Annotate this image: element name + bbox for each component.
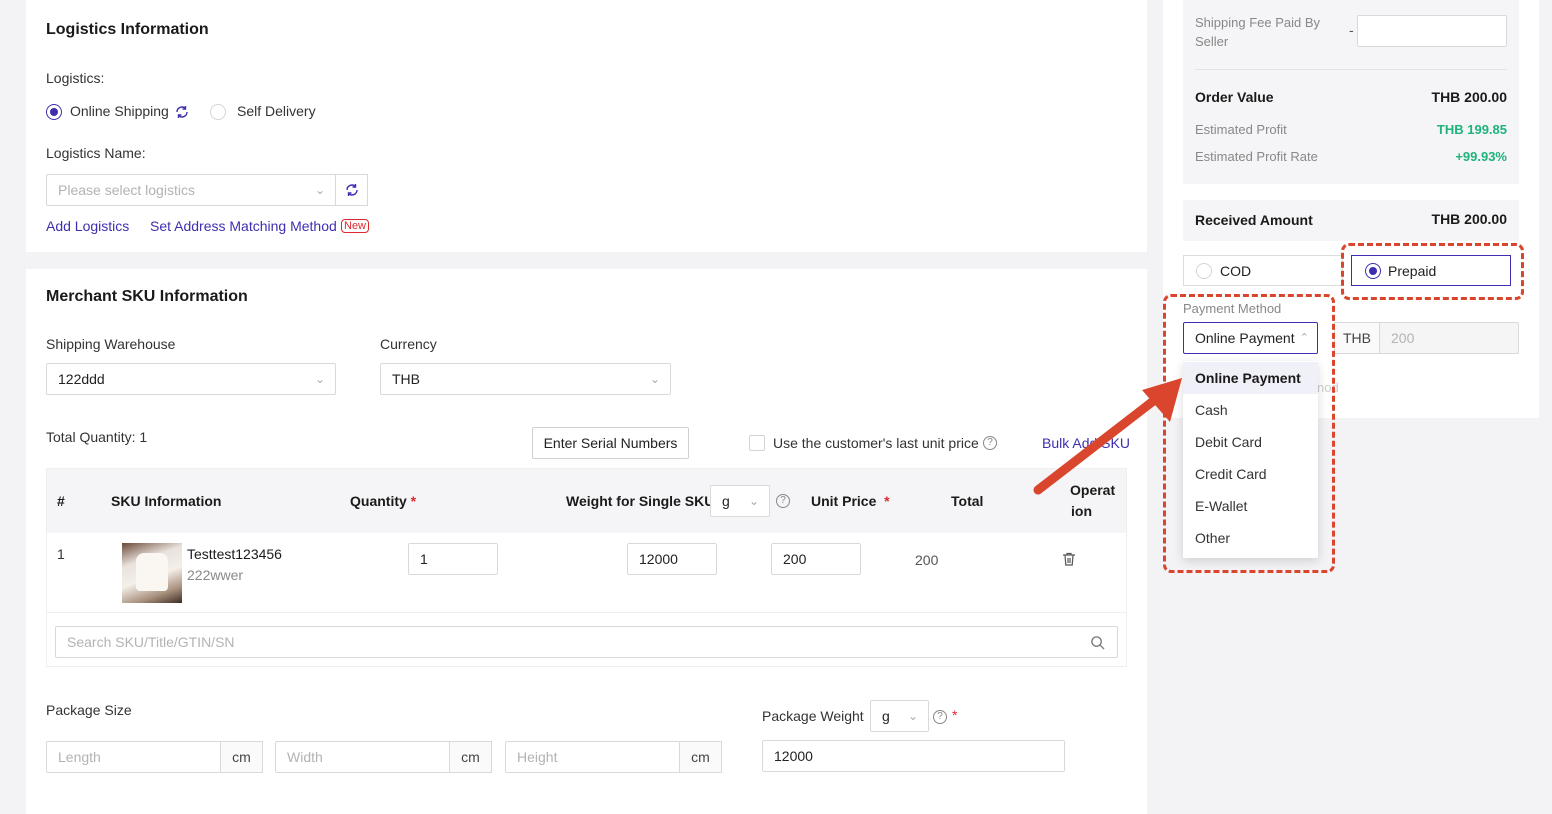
package-weight-input[interactable]: 12000 xyxy=(762,740,1065,772)
est-profit-rate-label: Estimated Profit Rate xyxy=(1195,149,1318,164)
weight-input[interactable]: 12000 xyxy=(627,543,717,575)
chevron-down-icon: ⌄ xyxy=(649,372,660,386)
quantity-input[interactable]: 1 xyxy=(408,543,498,575)
set-address-matching-link[interactable]: Set Address Matching Method xyxy=(150,218,337,234)
weight-unit-select[interactable]: g ⌄ xyxy=(710,485,770,517)
summary-box: Shipping Fee Paid By Seller - Order Valu… xyxy=(1183,0,1519,184)
self-delivery-label[interactable]: Self Delivery xyxy=(237,103,316,119)
prepaid-highlight-box xyxy=(1341,243,1524,300)
currency-label: Currency xyxy=(380,336,437,352)
row-total: 200 xyxy=(915,552,939,568)
last-price-checkbox[interactable] xyxy=(749,435,765,451)
col-unit-price: Unit Price * xyxy=(811,493,890,509)
weight-unit-value: g xyxy=(722,493,730,509)
sku-section-title: Merchant SKU Information xyxy=(46,288,248,305)
received-label: Received Amount xyxy=(1195,212,1313,228)
package-weight-unit-select[interactable]: g ⌄ xyxy=(870,700,929,732)
sku-search-placeholder: Search SKU/Title/GTIN/SN xyxy=(67,634,235,650)
length-input[interactable]: Length xyxy=(46,741,222,773)
chevron-down-icon: ⌄ xyxy=(314,183,325,197)
amount-input[interactable]: 200 xyxy=(1379,322,1519,354)
currency-value: THB xyxy=(392,371,420,387)
sku-table: # SKU Information Quantity * Weight for … xyxy=(46,468,1127,667)
shipping-fee-input[interactable] xyxy=(1357,15,1507,47)
logistics-refresh-button[interactable] xyxy=(335,174,368,206)
chevron-down-icon: ⌄ xyxy=(314,372,325,386)
currency-select[interactable]: THB ⌄ xyxy=(380,363,671,395)
product-thumbnail xyxy=(122,543,182,603)
order-value-label: Order Value xyxy=(1195,89,1274,105)
width-unit: cm xyxy=(449,741,492,773)
new-badge: New xyxy=(341,219,370,233)
chevron-down-icon: ⌄ xyxy=(907,709,918,723)
col-sku-information: SKU Information xyxy=(111,493,222,509)
cod-option[interactable]: COD xyxy=(1183,255,1343,286)
product-shirt-shape xyxy=(136,553,168,591)
logistics-select[interactable]: Please select logistics ⌄ xyxy=(46,174,336,206)
logistics-label: Logistics: xyxy=(46,70,105,86)
table-row: 1 Testtest123456 222wwer 1 12000 200 200 xyxy=(47,533,1126,613)
col-index: # xyxy=(57,493,65,509)
enter-serial-button[interactable]: Enter Serial Numbers xyxy=(532,427,689,459)
cod-radio[interactable] xyxy=(1196,263,1212,279)
shipping-fee-label: Shipping Fee Paid By Seller xyxy=(1195,13,1320,51)
search-icon xyxy=(1091,636,1105,650)
add-logistics-link[interactable]: Add Logistics xyxy=(46,218,129,234)
unit-price-input[interactable]: 200 xyxy=(771,543,861,575)
received-box: Received Amount THB 200.00 xyxy=(1183,200,1519,241)
required-mark: * xyxy=(952,707,958,723)
col-operation-line2: ion xyxy=(1071,503,1092,519)
help-icon: ? xyxy=(933,710,947,724)
chevron-down-icon: ⌄ xyxy=(748,494,759,508)
online-shipping-radio[interactable] xyxy=(46,104,62,120)
height-unit: cm xyxy=(679,741,722,773)
length-unit: cm xyxy=(220,741,263,773)
est-profit: THB 199.85 xyxy=(1436,122,1507,137)
shipping-fee-dash: - xyxy=(1349,22,1354,38)
warehouse-label: Shipping Warehouse xyxy=(46,336,176,352)
row-index: 1 xyxy=(57,546,65,562)
online-shipping-label[interactable]: Online Shipping xyxy=(70,103,169,119)
help-icon: ? xyxy=(776,494,790,508)
col-total: Total xyxy=(951,493,984,509)
logistics-select-placeholder: Please select logistics xyxy=(58,182,195,198)
trash-icon[interactable] xyxy=(1061,551,1077,567)
logistics-card: Logistics Information Logistics: Online … xyxy=(26,0,1147,252)
product-code: 222wwer xyxy=(187,567,244,583)
cod-label: COD xyxy=(1220,263,1252,279)
refresh-icon xyxy=(346,184,358,196)
self-delivery-radio[interactable] xyxy=(210,104,226,120)
last-price-label: Use the customer's last unit price xyxy=(773,435,979,451)
logistics-section-title: Logistics Information xyxy=(46,21,209,38)
logistics-name-label: Logistics Name: xyxy=(46,145,146,161)
total-quantity: Total Quantity: 1 xyxy=(46,429,148,445)
amount-currency-addon: THB xyxy=(1334,322,1380,354)
shipping-fee-label-line2: Seller xyxy=(1195,34,1229,49)
refresh-icon[interactable] xyxy=(174,104,190,120)
order-value: THB 200.00 xyxy=(1431,89,1507,105)
col-weight: Weight for Single SKU xyxy=(566,493,715,509)
est-profit-label: Estimated Profit xyxy=(1195,122,1287,137)
col-quantity-label: Quantity xyxy=(350,493,407,509)
package-size-label: Package Size xyxy=(46,702,132,718)
warehouse-select[interactable]: 122ddd ⌄ xyxy=(46,363,336,395)
col-quantity: Quantity * xyxy=(350,493,417,509)
annotation-arrow xyxy=(1033,378,1182,495)
col-unit-price-label: Unit Price xyxy=(811,493,877,509)
product-title[interactable]: Testtest123456 xyxy=(187,546,282,562)
est-profit-rate: +99.93% xyxy=(1455,149,1507,164)
summary-divider xyxy=(1195,69,1507,70)
help-icon: ? xyxy=(983,436,997,450)
height-input[interactable]: Height xyxy=(505,741,681,773)
warehouse-value: 122ddd xyxy=(58,371,105,387)
package-weight-unit-value: g xyxy=(882,708,890,724)
package-weight-label: Package Weight xyxy=(762,708,864,724)
received-value: THB 200.00 xyxy=(1431,211,1507,227)
sku-search-input[interactable]: Search SKU/Title/GTIN/SN xyxy=(55,626,1118,658)
width-input[interactable]: Width xyxy=(275,741,451,773)
shipping-fee-label-line1: Shipping Fee Paid By xyxy=(1195,15,1321,30)
sku-card: Merchant SKU Information Shipping Wareho… xyxy=(26,269,1147,814)
